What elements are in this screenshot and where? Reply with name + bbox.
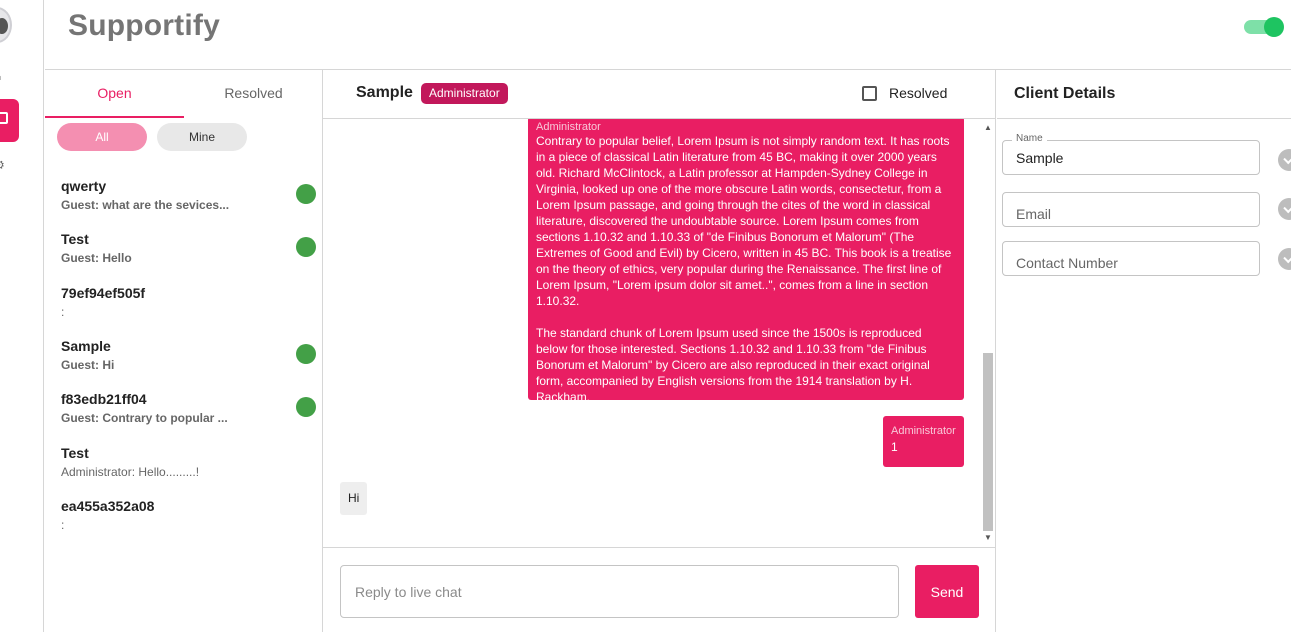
resolved-checkbox[interactable]: [862, 86, 877, 101]
conversation-item[interactable]: ea455a352a08 :: [45, 494, 323, 546]
conversation-item[interactable]: Sample Guest: Hi: [45, 334, 323, 386]
scroll-thumb[interactable]: [983, 353, 993, 531]
message-scrollbar[interactable]: ▲ ▼: [982, 119, 994, 549]
user-avatar[interactable]: [0, 7, 12, 43]
conversation-preview: :: [61, 305, 65, 319]
contact-number-input[interactable]: [1003, 242, 1259, 275]
save-contact-check-icon[interactable]: [1278, 248, 1291, 270]
filter-all-chip[interactable]: All: [57, 123, 147, 151]
email-field: [1002, 192, 1260, 227]
conversation-item[interactable]: Test Guest: Hello: [45, 227, 323, 279]
conversation-name: ea455a352a08: [61, 498, 155, 514]
role-badge: Administrator: [421, 83, 508, 104]
scroll-down-icon[interactable]: ▼: [984, 533, 992, 542]
conversation-preview: :: [61, 518, 65, 532]
guest-message-bubble: Hi: [340, 482, 368, 515]
name-input[interactable]: [1003, 141, 1259, 174]
conversation-list-panel: Open Resolved All Mine qwerty Guest: wha…: [45, 70, 323, 632]
home-icon[interactable]: ⌂: [0, 69, 8, 83]
conversation-preview: Guest: Hi: [61, 358, 115, 372]
online-status-dot: [296, 184, 316, 204]
client-details-panel: Client Details Name: [997, 70, 1291, 632]
online-toggle[interactable]: [1244, 17, 1284, 37]
details-title: Client Details: [1014, 85, 1116, 102]
app-header: Supportify: [45, 0, 1291, 70]
settings-icon[interactable]: ⚙: [0, 158, 8, 172]
conversation-preview: Guest: Contrary to popular ...: [61, 411, 228, 425]
message-sender: Administrator: [891, 425, 956, 437]
conversation-preview: Guest: Hello: [61, 251, 132, 265]
conversation-name: 79ef94ef505f: [61, 285, 146, 301]
chat-icon[interactable]: [0, 99, 19, 142]
conversation-name: Test: [61, 445, 89, 461]
admin-message-bubble: Administrator Contrary to popular belief…: [528, 119, 964, 404]
filter-mine-chip[interactable]: Mine: [157, 123, 247, 151]
status-tabs: Open Resolved: [45, 70, 322, 118]
app-root: ⌂ ⚙ Supportify Open Resolved All Mine qw…: [0, 0, 1291, 632]
scroll-up-icon[interactable]: ▲: [984, 123, 992, 132]
toggle-knob: [1264, 17, 1284, 37]
conversation-preview: Administrator: Hello.........!: [61, 465, 200, 479]
message-sender: Administrator: [536, 121, 601, 133]
admin-message-bubble: Administrator 1: [883, 416, 964, 467]
resolved-label[interactable]: Resolved: [889, 85, 947, 101]
chat-title: Sample: [356, 84, 413, 101]
save-email-check-icon[interactable]: [1278, 198, 1291, 220]
reply-input[interactable]: [340, 565, 899, 618]
conversation-preview: Guest: what are the sevices...: [61, 198, 230, 212]
message-text: 1: [891, 440, 898, 454]
brand-title: Supportify: [68, 9, 220, 42]
conversation-item[interactable]: qwerty Guest: what are the sevices...: [45, 174, 323, 226]
chat-header: Sample Administrator Resolved: [323, 70, 996, 119]
chat-panel: Sample Administrator Resolved Administra…: [323, 70, 996, 632]
contact-number-field: [1002, 241, 1260, 276]
conversation-name: qwerty: [61, 178, 107, 194]
email-input[interactable]: [1003, 193, 1259, 226]
tab-open[interactable]: Open: [45, 70, 184, 118]
online-status-dot: [296, 237, 316, 257]
message-thread: Administrator Contrary to popular belief…: [323, 119, 996, 549]
online-status-dot: [296, 344, 316, 364]
tab-resolved[interactable]: Resolved: [184, 70, 323, 118]
reply-composer: Send: [323, 547, 996, 632]
conversation-item[interactable]: Test Administrator: Hello.........!: [45, 441, 323, 493]
conversation-name: f83edb21ff04: [61, 391, 147, 407]
conversation-name: Test: [61, 231, 89, 247]
save-name-check-icon[interactable]: [1278, 149, 1291, 171]
message-text: Hi: [348, 491, 360, 505]
conversation-name: Sample: [61, 338, 111, 354]
message-text: Contrary to popular belief, Lorem Ipsum …: [536, 134, 952, 404]
conversation-item[interactable]: 79ef94ef505f :: [45, 281, 323, 333]
online-status-dot: [296, 397, 316, 417]
send-button[interactable]: Send: [915, 565, 979, 618]
conversation-item[interactable]: f83edb21ff04 Guest: Contrary to popular …: [45, 387, 323, 439]
details-header: Client Details: [997, 70, 1291, 119]
nav-rail: ⌂ ⚙: [0, 0, 44, 632]
name-field: Name: [1002, 133, 1260, 175]
